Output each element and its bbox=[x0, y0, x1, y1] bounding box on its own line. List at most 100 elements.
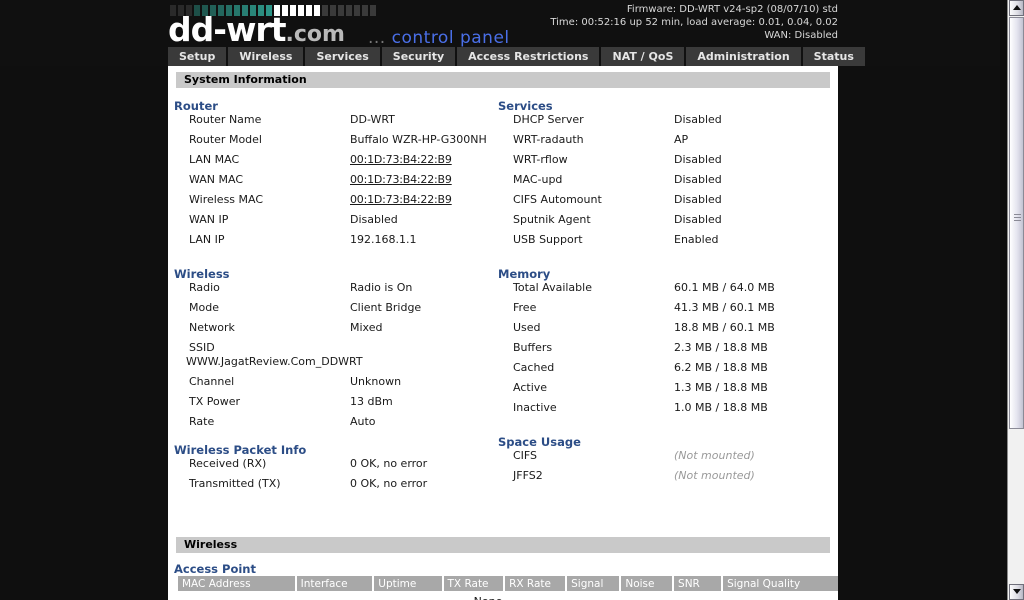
info-row: TX Power 13 dBm bbox=[174, 395, 504, 415]
info-row: CIFS (Not mounted) bbox=[498, 449, 828, 469]
row-wireless-memory: Wireless RadioRadio is OnModeClient Brid… bbox=[168, 267, 838, 435]
dd-wrt-logo[interactable]: dd-wrt.com ... control panel bbox=[168, 2, 568, 48]
group-services: Services DHCP ServerDisabledWRT-radauthA… bbox=[498, 99, 828, 253]
table-header-row: MAC AddressInterfaceUptimeTX RateRX Rate… bbox=[178, 576, 838, 591]
info-row: Router ModelBuffalo WZR-HP-G300NH bbox=[174, 133, 504, 153]
info-row-label: Router Model bbox=[189, 133, 262, 146]
info-row: RadioRadio is On bbox=[174, 281, 504, 301]
logo-tick bbox=[354, 5, 360, 16]
tab-status[interactable]: Status bbox=[803, 47, 865, 66]
info-row-label: USB Support bbox=[513, 233, 583, 246]
uptime-load-average: Time: 00:52:16 up 52 min, load average: … bbox=[550, 16, 838, 29]
tab-access-restrictions[interactable]: Access Restrictions bbox=[457, 47, 599, 66]
logo-tick bbox=[370, 5, 376, 16]
main-navigation[interactable]: SetupWirelessServicesSecurityAccess Rest… bbox=[168, 47, 865, 66]
control-panel-text: control panel bbox=[392, 28, 510, 48]
mac-address-value[interactable]: 00:1D:73:B4:22:B9 bbox=[350, 153, 452, 166]
info-row-label: DHCP Server bbox=[513, 113, 584, 126]
group-wireless-packet-info: Wireless Packet Info Received (RX) 0 OK, … bbox=[174, 443, 504, 497]
row-router-services: Router Router NameDD-WRTRouter ModelBuff… bbox=[168, 99, 838, 267]
info-row-label: Cached bbox=[513, 361, 554, 374]
logo-tick bbox=[362, 5, 368, 16]
info-row: Transmitted (TX)0 OK, no error bbox=[174, 477, 504, 497]
info-row-value: Radio is On bbox=[350, 281, 412, 294]
info-row-value: Disabled bbox=[674, 113, 722, 126]
group-title-services: Services bbox=[498, 99, 828, 113]
info-row-label: Received (RX) bbox=[189, 457, 266, 470]
info-row-label: MAC-upd bbox=[513, 173, 562, 186]
info-row: Sputnik AgentDisabled bbox=[498, 213, 828, 233]
section-header-system-information: System Information bbox=[176, 72, 830, 88]
wireless-ssid-row: SSID WWW.JagatReview.Com_DDWRT bbox=[174, 341, 504, 375]
wireless-ssid-value: WWW.JagatReview.Com_DDWRT bbox=[186, 355, 363, 368]
info-row-label: WAN IP bbox=[189, 213, 228, 226]
column-header: Signal bbox=[566, 576, 620, 591]
vertical-scrollbar[interactable] bbox=[1007, 0, 1024, 600]
tab-services[interactable]: Services bbox=[305, 47, 379, 66]
info-row-value: 0 OK, no error bbox=[350, 457, 427, 470]
tab-wireless[interactable]: Wireless bbox=[228, 47, 303, 66]
browser-window: dd-wrt.com ... control panel Firmware: D… bbox=[0, 0, 1024, 600]
info-row-label: WAN MAC bbox=[189, 173, 243, 186]
info-row-value: 13 dBm bbox=[350, 395, 393, 408]
info-row-label: Total Available bbox=[513, 281, 592, 294]
tab-security[interactable]: Security bbox=[382, 47, 455, 66]
wireless-rows-top: RadioRadio is OnModeClient BridgeNetwork… bbox=[174, 281, 504, 341]
info-row: Used 18.8 MB / 60.1 MB bbox=[498, 321, 828, 341]
info-row-value: 18.8 MB / 60.1 MB bbox=[674, 321, 775, 334]
scroll-down-button[interactable] bbox=[1009, 584, 1024, 600]
info-row: NetworkMixed bbox=[174, 321, 504, 341]
tab-administration[interactable]: Administration bbox=[686, 47, 800, 66]
info-row: USB SupportEnabled bbox=[498, 233, 828, 253]
info-row-value: (Not mounted) bbox=[674, 449, 755, 462]
packet-info-rows: Received (RX)0 OK, no errorTransmitted (… bbox=[174, 457, 504, 497]
info-row-label: TX Power bbox=[189, 395, 240, 408]
info-row: WAN IPDisabled bbox=[174, 213, 504, 233]
mac-address-value[interactable]: 00:1D:73:B4:22:B9 bbox=[350, 173, 452, 186]
info-row-value: Auto bbox=[350, 415, 376, 428]
scrollbar-grip-icon bbox=[1014, 214, 1021, 221]
info-row: Active1.3 MB / 18.8 MB bbox=[498, 381, 828, 401]
group-title-router: Router bbox=[174, 99, 504, 113]
info-row-value: Mixed bbox=[350, 321, 382, 334]
info-row: Rate Auto bbox=[174, 415, 504, 435]
info-row-value: 1.3 MB / 18.8 MB bbox=[674, 381, 768, 394]
info-row-label: Sputnik Agent bbox=[513, 213, 591, 226]
info-row: DHCP Server Disabled bbox=[498, 113, 828, 133]
info-row: Free41.3 MB / 60.1 MB bbox=[498, 301, 828, 321]
tab-setup[interactable]: Setup bbox=[168, 47, 226, 66]
info-row-label: CIFS Automount bbox=[513, 193, 602, 206]
group-title-packet-info: Wireless Packet Info bbox=[174, 443, 504, 457]
info-row: Received (RX) 0 OK, no error bbox=[174, 457, 504, 477]
content-panel: System Information Router Router NameDD-… bbox=[168, 66, 838, 600]
mac-address-value[interactable]: 00:1D:73:B4:22:B9 bbox=[350, 193, 452, 206]
info-row: Cached6.2 MB / 18.8 MB bbox=[498, 361, 828, 381]
info-row-label: Used bbox=[513, 321, 541, 334]
info-row: CIFS Automount Disabled bbox=[498, 193, 828, 213]
access-point-empty-message: - None - bbox=[168, 595, 808, 600]
info-row: ModeClient Bridge bbox=[174, 301, 504, 321]
tab-nat-qos[interactable]: NAT / QoS bbox=[601, 47, 684, 66]
column-header: Interface bbox=[296, 576, 374, 591]
column-header: Noise bbox=[620, 576, 673, 591]
info-row-label: WRT-radauth bbox=[513, 133, 584, 146]
control-panel-dots: ... bbox=[368, 28, 386, 48]
info-row-label: Mode bbox=[189, 301, 219, 314]
info-row: Router NameDD-WRT bbox=[174, 113, 504, 133]
info-row-label: Rate bbox=[189, 415, 214, 428]
info-row-label: LAN MAC bbox=[189, 153, 239, 166]
wireless-ssid-label: SSID bbox=[189, 341, 215, 354]
info-row-value: 0 OK, no error bbox=[350, 477, 427, 490]
info-row: MAC-updDisabled bbox=[498, 173, 828, 193]
group-memory: Memory Total Available60.1 MB / 64.0 MBF… bbox=[498, 267, 828, 421]
scroll-up-button[interactable] bbox=[1009, 0, 1024, 16]
info-row: Inactive1.0 MB / 18.8 MB bbox=[498, 401, 828, 421]
group-title-access-point: Access Point bbox=[168, 562, 838, 576]
scrollbar-thumb[interactable] bbox=[1009, 17, 1024, 429]
control-panel-label: ... control panel bbox=[368, 28, 510, 48]
info-row-label: CIFS bbox=[513, 449, 537, 462]
info-row-value: Disabled bbox=[674, 193, 722, 206]
group-title-wireless: Wireless bbox=[174, 267, 504, 281]
group-wireless: Wireless RadioRadio is OnModeClient Brid… bbox=[174, 267, 504, 435]
info-row: WRT-rflowDisabled bbox=[498, 153, 828, 173]
